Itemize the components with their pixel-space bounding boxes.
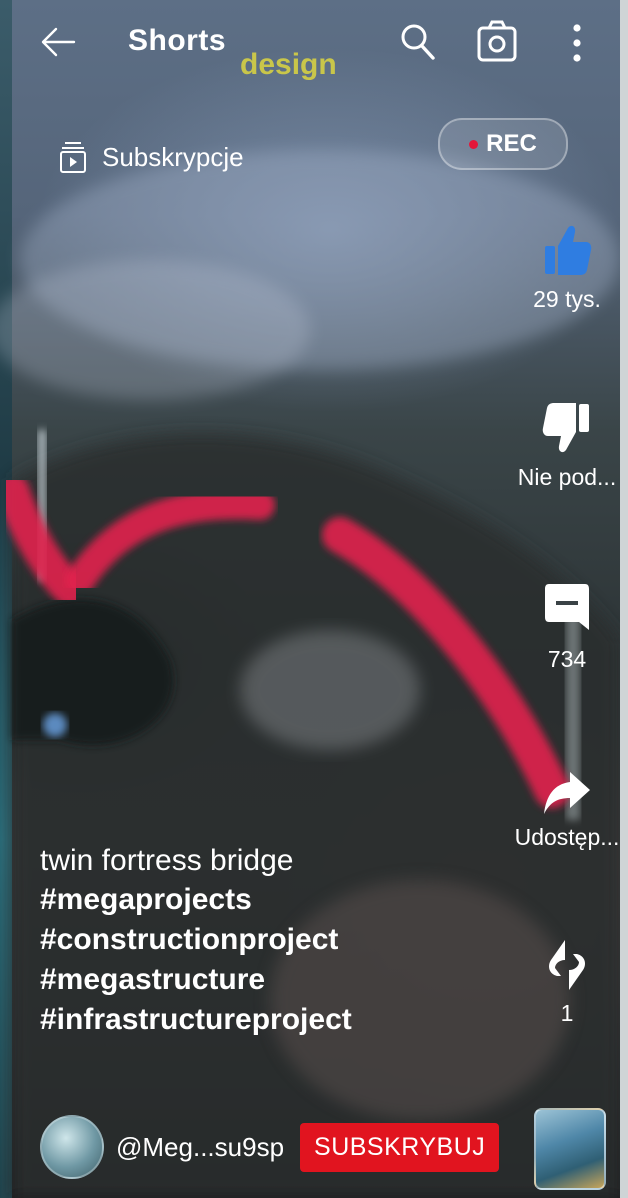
back-arrow-icon[interactable]: [36, 20, 80, 64]
shorts-player[interactable]: Shorts design REC Subskrypcje 29 tys. Ni…: [0, 0, 628, 1198]
more-options-icon[interactable]: [562, 18, 592, 68]
dislike-label: Nie pod...: [517, 464, 617, 490]
share-label: Udostęp...: [514, 824, 620, 850]
record-dot-icon: [469, 139, 479, 149]
hashtag-link[interactable]: #megaprojects: [40, 880, 510, 920]
rec-label: REC: [486, 130, 537, 157]
page-title: Shorts: [128, 24, 227, 57]
subscribe-button[interactable]: SUBSKRYBUJ: [300, 1122, 500, 1172]
comment-count: 734: [547, 646, 587, 672]
video-caption[interactable]: twin fortress bridge #megaprojects #cons…: [40, 842, 510, 1040]
sound-thumbnail[interactable]: [534, 1108, 606, 1190]
remix-count: 1: [560, 1000, 574, 1026]
camera-icon[interactable]: [474, 18, 520, 66]
video-overlay-text: design: [240, 48, 337, 81]
dislike-button[interactable]: Nie pod...: [502, 400, 628, 491]
comment-icon: [545, 584, 589, 630]
thumbs-down-icon: [542, 403, 589, 453]
subscriptions-label: Subskrypcje: [102, 141, 244, 172]
channel-bar: @Meg...su9sp SUBSKRYBUJ: [40, 1110, 500, 1184]
remix-button[interactable]: 1: [502, 938, 628, 1027]
subscriptions-link[interactable]: Subskrypcje: [58, 140, 244, 174]
channel-handle[interactable]: @Meg...su9sp: [116, 1132, 284, 1163]
video-title: twin fortress bridge: [40, 844, 294, 877]
like-button[interactable]: 29 tys.: [502, 222, 628, 313]
search-icon[interactable]: [396, 20, 440, 64]
remix-icon: [549, 940, 585, 990]
comments-button[interactable]: 734: [502, 580, 628, 673]
channel-avatar[interactable]: [40, 1115, 104, 1179]
thumbs-up-icon: [545, 225, 592, 275]
hashtag-link[interactable]: #constructionproject: [40, 920, 510, 960]
hashtag-link[interactable]: #megastructure: [40, 960, 510, 1000]
share-icon: [544, 772, 590, 814]
subscriptions-icon: [60, 142, 86, 173]
top-bar: Shorts design: [0, 0, 628, 100]
hashtag-link[interactable]: #infrastructureproject: [40, 1000, 510, 1040]
rec-badge: REC: [438, 118, 568, 170]
like-count: 29 tys.: [533, 286, 601, 312]
share-button[interactable]: Udostęp...: [502, 770, 628, 851]
